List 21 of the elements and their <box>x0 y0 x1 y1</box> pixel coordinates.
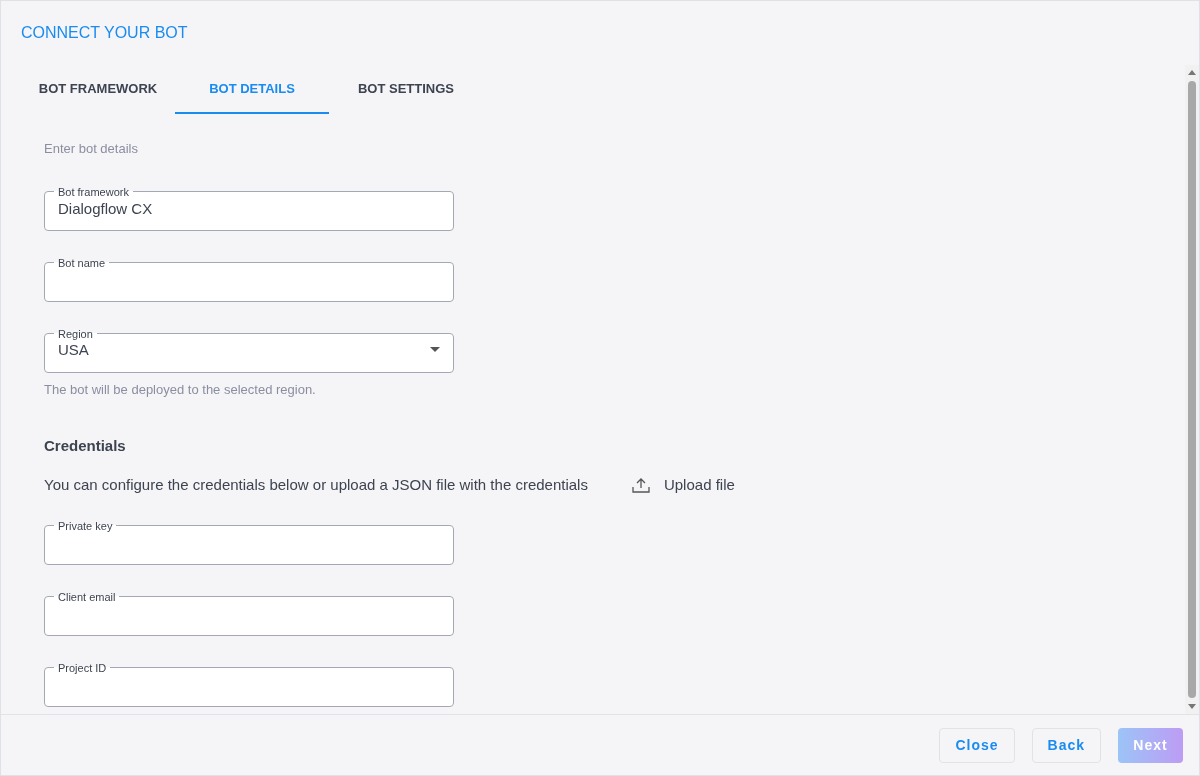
section-heading: Credentials <box>44 437 127 455</box>
field-label: Bot framework <box>57 184 130 199</box>
help-text: The bot will be deployed to the selected region. <box>44 380 317 399</box>
field-label: Project ID <box>57 660 108 675</box>
field-label: Bot name <box>57 255 107 270</box>
select-value: USA <box>58 340 89 360</box>
field-label: Region <box>57 326 94 341</box>
field-label: Client email <box>57 589 117 604</box>
field-value[interactable]: Dialogflow CX <box>58 197 440 220</box>
field-label: Private key <box>57 518 114 533</box>
scrollbar[interactable] <box>1185 65 1199 714</box>
intro-text: Enter bot details <box>44 140 139 158</box>
dialog-title: CONNECT YOUR BOT <box>20 23 189 43</box>
caret-icon <box>430 347 440 353</box>
up-arrow-icon[interactable] <box>1188 69 1196 77</box>
upload-file-button[interactable]: Upload file <box>631 474 735 497</box>
credentials-description: You can configure the credentials below or upload a JSON file with the credentials <box>44 475 588 495</box>
tab[interactable]: BOT SETTINGS <box>329 65 483 114</box>
down-arrow-icon[interactable] <box>1188 702 1196 710</box>
upload-icon <box>631 477 650 494</box>
tab[interactable]: BOT FRAMEWORK <box>21 65 175 114</box>
